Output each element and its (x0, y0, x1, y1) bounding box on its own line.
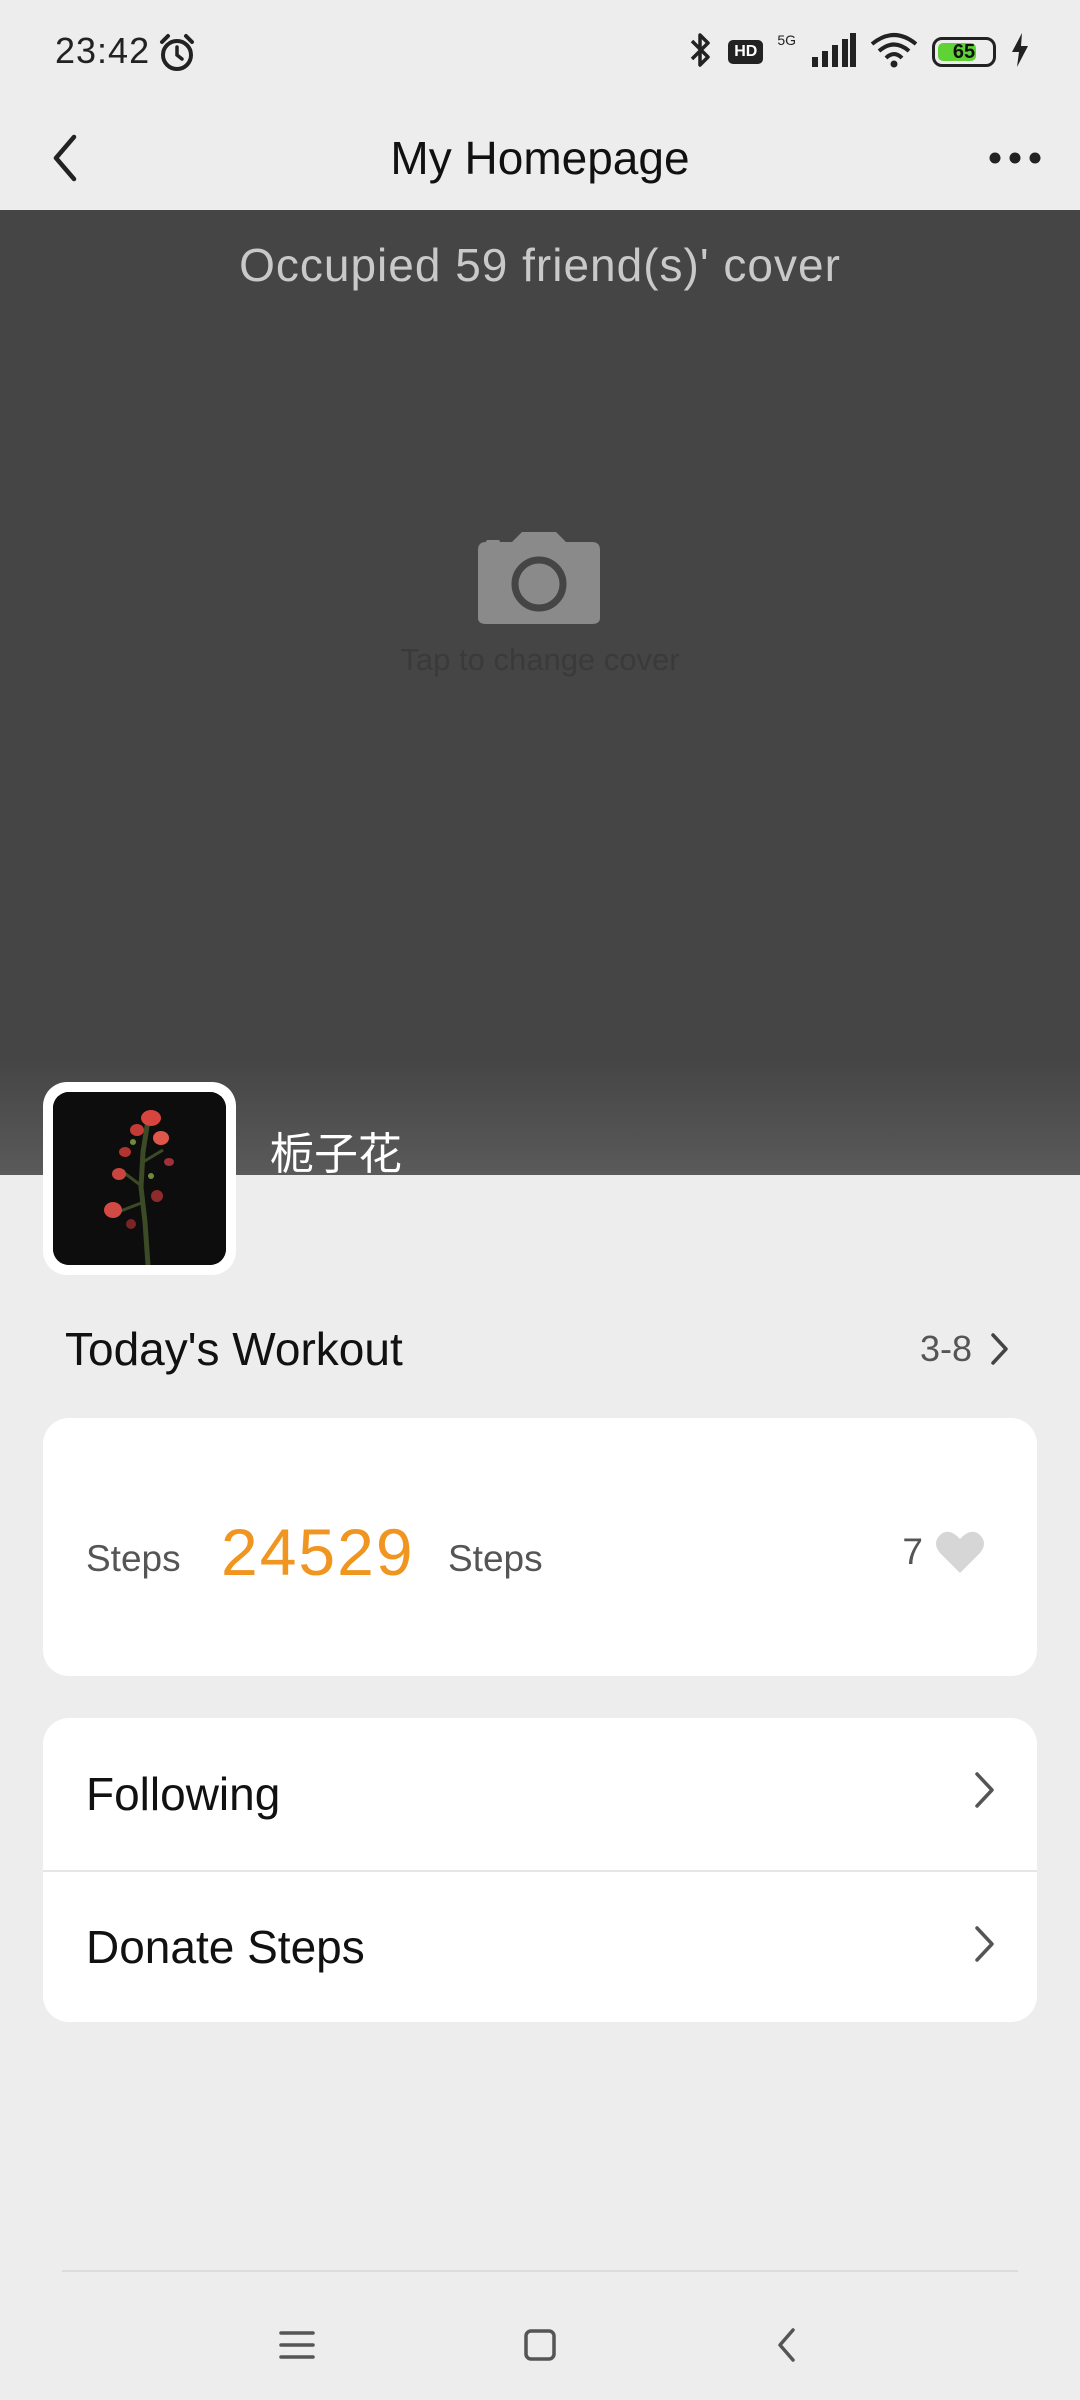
likes-button[interactable]: 7 (902, 1530, 985, 1574)
steps-label-right: Steps (448, 1538, 543, 1579)
cover-area[interactable]: Occupied 59 friend(s)' cover Tap to chan… (0, 210, 1080, 1175)
more-button[interactable] (980, 123, 1050, 193)
header-bar: My Homepage (0, 105, 1080, 210)
system-back-button[interactable] (747, 2310, 827, 2380)
cover-hint-text: Tap to change cover (400, 642, 680, 677)
status-bar: 23:42 HD 5G 65 (0, 0, 1080, 105)
bottom-divider (62, 2270, 1018, 2272)
wifi-icon (870, 32, 918, 73)
avatar[interactable] (43, 1082, 236, 1275)
network-type-label: 5G (777, 32, 796, 48)
menu-card: Following Donate Steps (43, 1718, 1037, 2022)
user-name: 栀子花 (270, 1129, 402, 1180)
alarm-icon (156, 32, 198, 79)
workout-section-title: Today's Workout (65, 1323, 403, 1375)
home-square-icon (524, 2329, 556, 2361)
steps-card[interactable]: Steps 24529 Steps 7 (43, 1418, 1037, 1676)
heart-icon (936, 1531, 984, 1573)
workout-date-link[interactable]: 3-8 (920, 1328, 1010, 1370)
charging-icon (1010, 32, 1030, 72)
likes-count: 7 (902, 1531, 923, 1572)
cover-occupied-text: Occupied 59 friend(s)' cover (239, 239, 841, 291)
recents-button[interactable] (257, 2310, 337, 2380)
chevron-right-icon (975, 1926, 994, 1962)
home-button[interactable] (500, 2310, 580, 2380)
chevron-right-icon (975, 1772, 994, 1808)
signal-icon (810, 32, 856, 72)
more-dots-icon (989, 152, 1041, 164)
battery-indicator: 65 (932, 37, 996, 67)
status-time: 23:42 (55, 30, 151, 71)
avatar-image (53, 1092, 226, 1265)
chevron-left-icon (778, 2328, 795, 2362)
system-nav-bar (0, 2290, 1080, 2400)
camera-icon[interactable] (478, 532, 600, 629)
workout-date: 3-8 (919, 1328, 972, 1369)
hd-badge: HD (728, 40, 764, 64)
menu-item-label: Donate Steps (86, 1921, 365, 1973)
steps-count: 24529 (221, 1515, 415, 1589)
menu-item-donate-steps[interactable]: Donate Steps (43, 1870, 1037, 2022)
steps-label-left: Steps (86, 1538, 181, 1579)
chevron-right-icon (991, 1333, 1008, 1365)
page-title: My Homepage (390, 131, 690, 184)
battery-level: 65 (952, 40, 976, 63)
menu-item-label: Following (86, 1768, 281, 1820)
bluetooth-icon (688, 30, 714, 75)
menu-item-following[interactable]: Following (43, 1718, 1037, 1870)
menu-lines-icon (279, 2331, 315, 2359)
